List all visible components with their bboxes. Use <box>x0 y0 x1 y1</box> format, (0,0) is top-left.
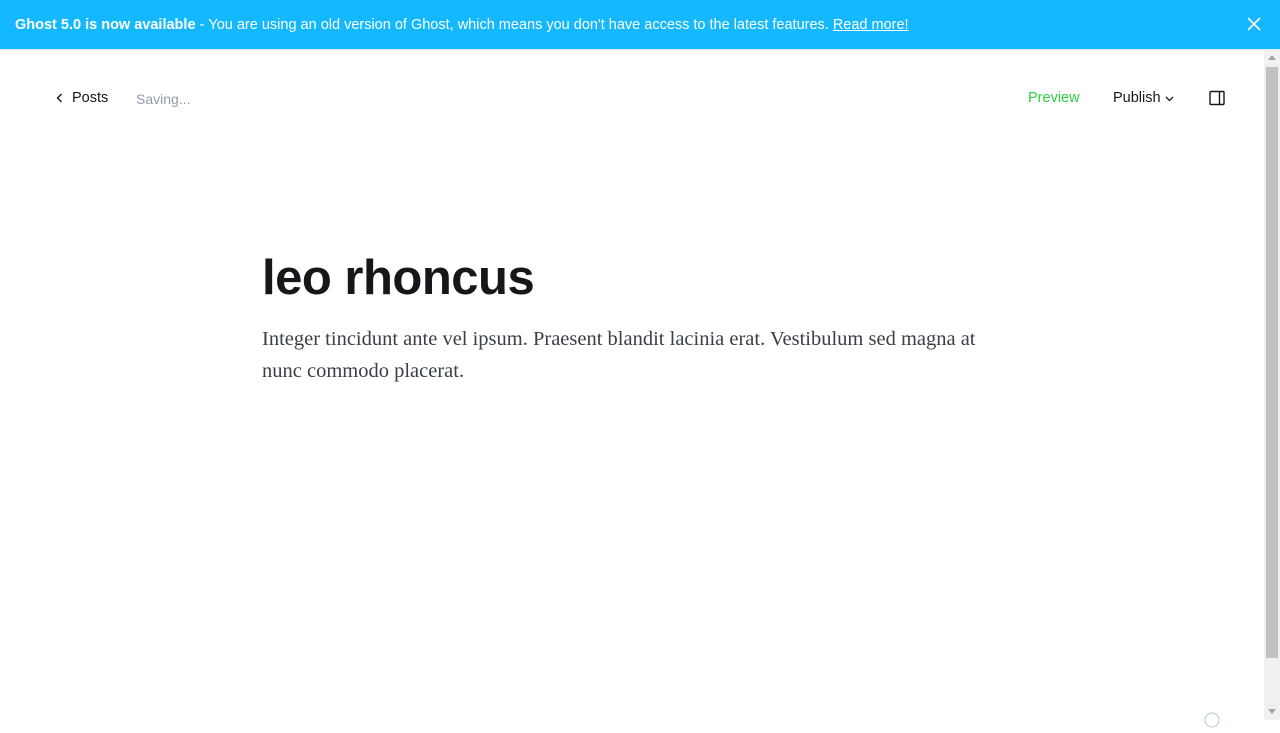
post-title[interactable]: leo rhoncus <box>262 248 1002 308</box>
publish-button[interactable]: Publish <box>1113 90 1174 106</box>
close-icon[interactable] <box>1246 16 1262 32</box>
chevron-down-icon <box>1165 96 1174 102</box>
banner-headline: Ghost 5.0 is now available <box>15 16 196 33</box>
save-status: Saving... <box>136 91 191 107</box>
back-to-posts-link[interactable]: Posts <box>56 90 108 106</box>
read-more-link[interactable]: Read more! <box>833 17 909 33</box>
banner-message: You are using an old version of Ghost, w… <box>208 16 829 33</box>
scroll-up-arrow-icon[interactable] <box>1268 55 1276 60</box>
publish-label: Publish <box>1113 90 1161 106</box>
post-body[interactable]: Integer tincidunt ante vel ipsum. Praese… <box>262 323 1002 387</box>
banner-separator: - <box>199 16 205 33</box>
help-icon[interactable] <box>1204 712 1220 728</box>
scrollbar[interactable] <box>1264 50 1280 720</box>
chevron-left-icon <box>56 93 62 103</box>
preview-button[interactable]: Preview <box>1028 90 1080 106</box>
update-banner: Ghost 5.0 is now available - You are usi… <box>0 0 1280 49</box>
scroll-thumb[interactable] <box>1266 67 1278 658</box>
editor-header: Posts Saving... Preview Publish <box>0 50 1264 148</box>
sidebar-toggle-icon[interactable] <box>1209 90 1225 106</box>
scroll-down-arrow-icon[interactable] <box>1268 709 1276 714</box>
back-label: Posts <box>72 90 109 106</box>
